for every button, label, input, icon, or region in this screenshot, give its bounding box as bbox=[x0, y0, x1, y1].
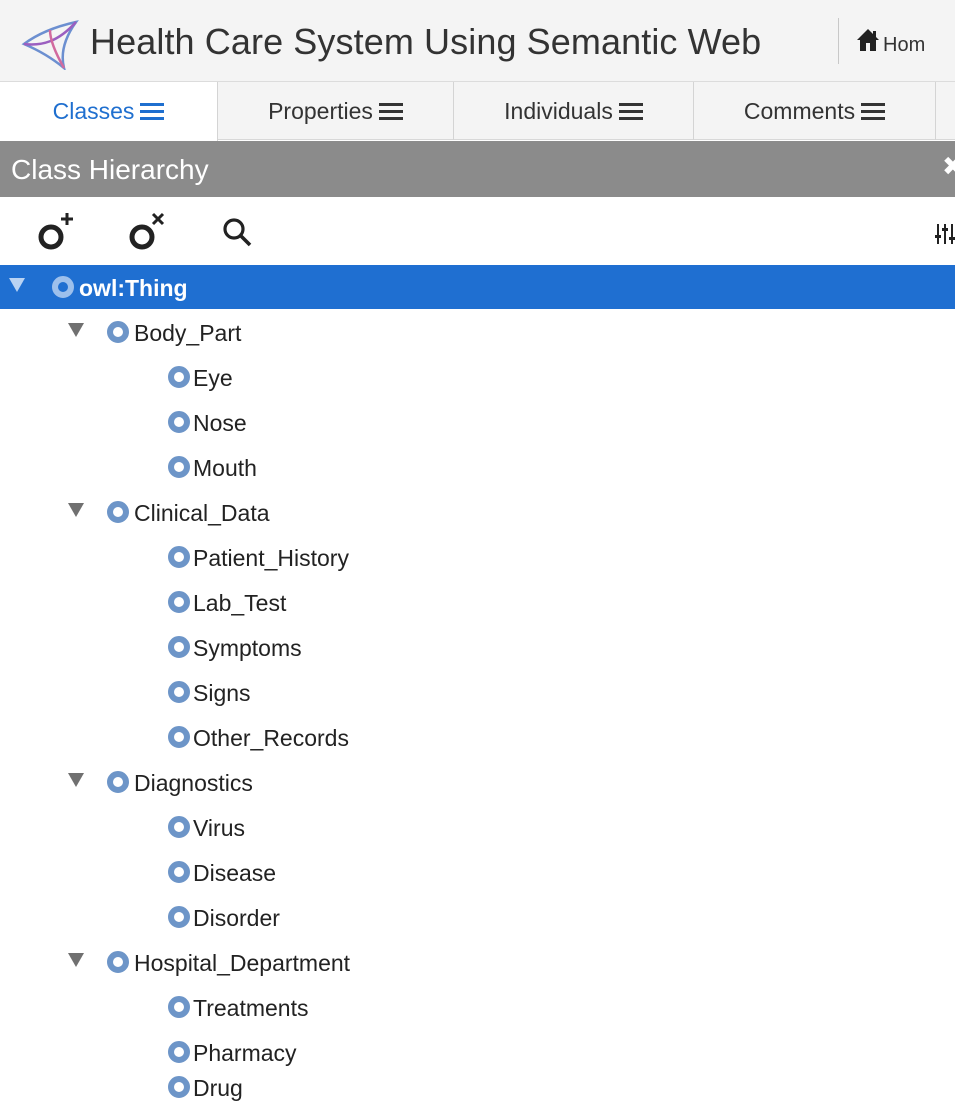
tree-node-label: Disorder bbox=[193, 905, 280, 931]
tree-node-nose[interactable]: Nose bbox=[0, 400, 955, 444]
tree-node-label: Virus bbox=[193, 815, 245, 841]
class-icon bbox=[168, 861, 190, 883]
tree-node-label: Treatments bbox=[193, 995, 309, 1021]
tree-node-other-records[interactable]: Other_Records bbox=[0, 715, 955, 759]
class-icon bbox=[168, 411, 190, 433]
class-toolbar bbox=[0, 197, 955, 265]
tree-node-treatments[interactable]: Treatments bbox=[0, 985, 955, 1029]
tree-node-label: Disease bbox=[193, 860, 277, 886]
menu-icon bbox=[861, 99, 886, 124]
class-icon bbox=[168, 816, 190, 838]
tree-node-label: Pharmacy bbox=[193, 1040, 297, 1066]
tree-node-label: Body_Part bbox=[134, 320, 242, 346]
tab-bar: Classes Properties Individuals Comments bbox=[0, 82, 955, 141]
tree-node-label: Clinical_Data bbox=[134, 500, 270, 526]
home-icon bbox=[857, 29, 879, 51]
tab-overflow[interactable] bbox=[936, 82, 955, 140]
tab-individuals[interactable]: Individuals bbox=[454, 82, 694, 140]
tree-node-label: Hospital_Department bbox=[134, 950, 351, 976]
tree-node-clinical-data[interactable]: Clinical_Data bbox=[0, 490, 955, 534]
close-icon[interactable]: ✖ bbox=[942, 151, 955, 182]
app-title: Health Care System Using Semantic Web bbox=[90, 21, 762, 62]
tab-label: Comments bbox=[743, 97, 856, 124]
tree-node-signs[interactable]: Signs bbox=[0, 670, 955, 714]
add-class-icon[interactable] bbox=[37, 211, 75, 251]
tree-node-lab-test[interactable]: Lab_Test bbox=[0, 580, 955, 624]
tree-node-label: Symptoms bbox=[193, 635, 302, 661]
menu-icon bbox=[140, 99, 165, 124]
home-label: Hom bbox=[883, 34, 926, 56]
tree-node-virus[interactable]: Virus bbox=[0, 805, 955, 849]
class-icon bbox=[107, 501, 129, 523]
collapse-triangle-icon[interactable] bbox=[68, 323, 84, 337]
tree-node-label: Diagnostics bbox=[134, 770, 253, 796]
tab-comments[interactable]: Comments bbox=[694, 82, 936, 140]
tree-node-owl-thing[interactable]: owl:Thing bbox=[0, 265, 955, 309]
class-icon bbox=[107, 771, 129, 793]
tree-node-body-part[interactable]: Body_Part bbox=[0, 310, 955, 354]
tab-label: Individuals bbox=[504, 97, 613, 124]
header-divider bbox=[838, 18, 839, 64]
tree-node-label: owl:Thing bbox=[79, 275, 188, 301]
panel-title: Class Hierarchy bbox=[11, 154, 209, 185]
class-icon bbox=[52, 276, 74, 298]
tree-node-label: Eye bbox=[193, 365, 233, 391]
tree-node-label: Mouth bbox=[193, 455, 257, 481]
collapse-triangle-icon[interactable] bbox=[68, 773, 84, 787]
tab-label: Properties bbox=[268, 97, 373, 124]
tree-node-disorder[interactable]: Disorder bbox=[0, 895, 955, 939]
menu-icon bbox=[618, 99, 643, 124]
tree-node-diagnostics[interactable]: Diagnostics bbox=[0, 760, 955, 804]
tab-label: Classes bbox=[52, 98, 135, 124]
tree-node-symptoms[interactable]: Symptoms bbox=[0, 625, 955, 669]
class-icon bbox=[107, 951, 129, 973]
tree-node-label: Other_Records bbox=[193, 725, 349, 751]
class-icon bbox=[168, 906, 190, 928]
tree-node-label: Drug bbox=[193, 1075, 243, 1101]
collapse-triangle-icon[interactable] bbox=[68, 953, 84, 967]
tree-node-eye[interactable]: Eye bbox=[0, 355, 955, 399]
class-icon bbox=[168, 456, 190, 478]
tree-node-label: Patient_History bbox=[193, 545, 349, 571]
app-header: Health Care System Using Semantic Web Ho… bbox=[0, 0, 955, 82]
class-icon bbox=[168, 681, 190, 703]
tab-classes[interactable]: Classes bbox=[0, 82, 218, 141]
class-icon bbox=[168, 591, 190, 613]
tree-node-mouth[interactable]: Mouth bbox=[0, 445, 955, 489]
tree-node-hospital-department[interactable]: Hospital_Department bbox=[0, 940, 955, 984]
class-icon bbox=[168, 1041, 190, 1063]
tree-node-patient-history[interactable]: Patient_History bbox=[0, 535, 955, 579]
class-icon bbox=[107, 321, 129, 343]
tree-node-label: Signs bbox=[193, 680, 251, 706]
tab-properties[interactable]: Properties bbox=[218, 82, 454, 140]
class-icon bbox=[168, 366, 190, 388]
panel-heading: Class Hierarchy ✖ bbox=[0, 141, 955, 197]
tree-node-label: Nose bbox=[193, 410, 247, 436]
triangle-knot-logo[interactable] bbox=[20, 18, 80, 70]
search-icon[interactable] bbox=[222, 217, 252, 247]
class-icon bbox=[168, 546, 190, 568]
menu-icon bbox=[378, 99, 403, 124]
tree-node-drug[interactable]: Drug bbox=[0, 1065, 955, 1109]
settings-sliders-icon[interactable] bbox=[935, 223, 955, 245]
class-icon bbox=[168, 996, 190, 1018]
collapse-triangle-icon[interactable] bbox=[9, 278, 25, 292]
class-icon bbox=[168, 1076, 190, 1098]
delete-class-icon[interactable] bbox=[128, 211, 166, 251]
class-icon bbox=[168, 636, 190, 658]
tree-node-label: Lab_Test bbox=[193, 590, 287, 616]
collapse-triangle-icon[interactable] bbox=[68, 503, 84, 517]
class-icon bbox=[168, 726, 190, 748]
tree-node-disease[interactable]: Disease bbox=[0, 850, 955, 894]
